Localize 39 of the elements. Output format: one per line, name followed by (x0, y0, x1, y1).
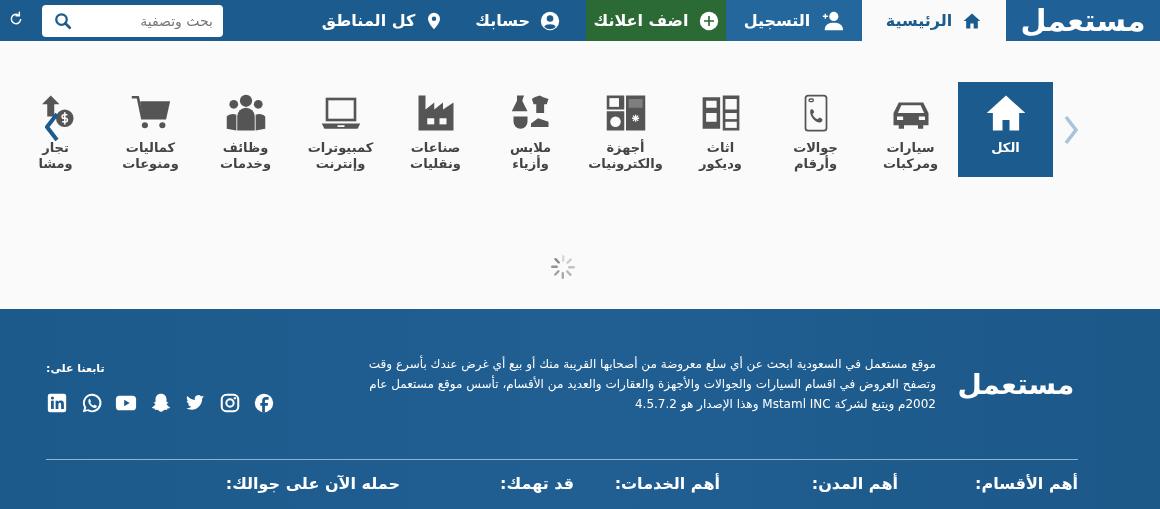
category-tile[interactable]: تجار ومشا (8, 82, 103, 177)
about-paragraph: موقع مستعمل في السعودية ابحث عن أي سلع معروضة من أصحابها القريبة منك أو بيع أي غرض عندك بأسرع وقت وتصفح العروض في اقسام السيارات والجوالات والأجهزة والعقارات والعديد من الأقسام، تأسس موقع مستعمل عام 2002م ويتبع لشركة Mstaml INC وهذا الإصدار هو 4.5.7.2 (367, 354, 936, 414)
category-tile[interactable]: سيارات ومركبات (863, 82, 958, 177)
category-tile[interactable]: الكل (958, 82, 1053, 177)
add-user-icon (820, 9, 845, 32)
category-tile[interactable]: كمبيوترات وإنترنت (293, 82, 388, 177)
category-tile[interactable]: اثاث وديكور (673, 82, 768, 177)
refresh-icon[interactable] (8, 10, 24, 27)
search-field[interactable]: بحث وتصفية (42, 4, 223, 37)
facebook-icon[interactable] (253, 392, 275, 414)
footer-heading: أهم الخدمات: (613, 474, 720, 493)
footer-logo: مستعمل (956, 367, 1076, 401)
loading-spinner-icon (549, 253, 577, 281)
category-tile[interactable]: كماليات ومنوعات (103, 82, 198, 177)
site-logo[interactable]: مستعمل (1006, 0, 1160, 41)
category-tile[interactable]: جوالات وأرقام (768, 82, 863, 177)
footer-heading: قد تهمك: (499, 474, 574, 493)
footer-heading: أهم المدن: (810, 474, 898, 493)
nav-tab[interactable]: اضف اعلانك (586, 0, 726, 41)
category-tile[interactable]: وظائف وخدمات (198, 82, 293, 177)
instagram-icon[interactable] (218, 392, 241, 414)
ghost-icon[interactable] (149, 392, 172, 414)
follow-label: تابعنا على: (46, 362, 105, 375)
category-tile[interactable]: أجهزة والكترونيات (578, 82, 673, 177)
plus-circle-icon (698, 10, 719, 31)
footer-heading: حمله الآن على جوالك: (225, 474, 400, 493)
footer-heading: أهم الأقسام: (974, 474, 1078, 493)
user-circle-icon (540, 10, 560, 31)
nav-tab[interactable]: الرئيسية (862, 0, 1006, 41)
chat-phone-icon[interactable] (80, 392, 103, 414)
nav-tab[interactable]: التسجيل (726, 0, 862, 41)
linkedin-icon[interactable] (46, 392, 68, 414)
people-icon (224, 92, 267, 134)
nav-link[interactable]: كل المناطق (321, 0, 444, 41)
nav-link[interactable]: حسابك (475, 0, 560, 41)
category-tile[interactable]: صناعات ونقليات (388, 82, 483, 177)
category-tile[interactable]: ملابس وأزياء (483, 82, 578, 177)
chevron-left-icon[interactable] (45, 112, 59, 142)
search-icon (54, 11, 72, 30)
